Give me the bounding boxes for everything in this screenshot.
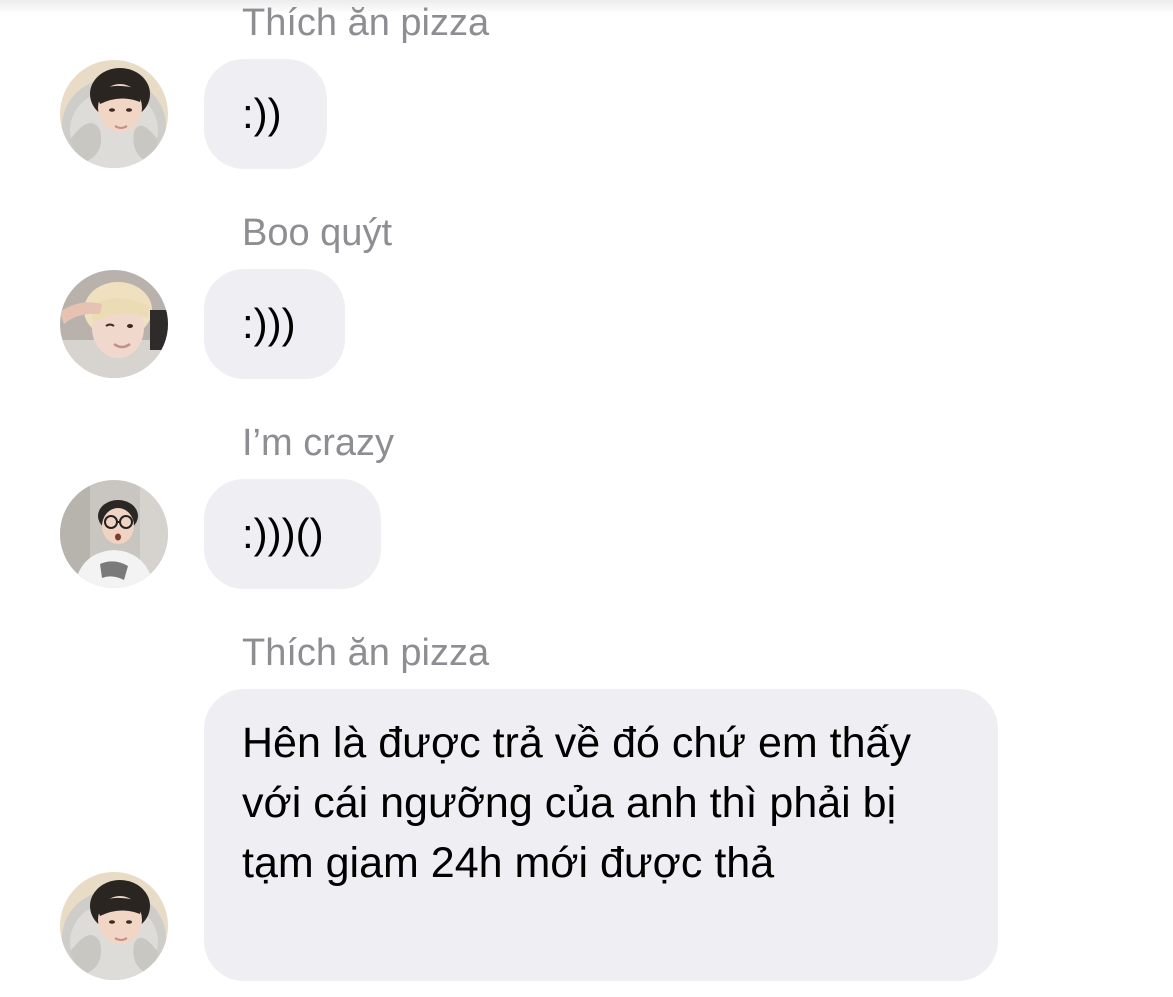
sender-name: Thích ăn pizza (242, 632, 490, 674)
message-bubble[interactable]: Hên là được trả về đó chứ em thấy với cá… (204, 689, 998, 981)
message-text: :)) (242, 90, 282, 137)
message-bubble[interactable]: :))) (204, 269, 345, 379)
message-text: Hên là được trả về đó chứ em thấy với cá… (242, 719, 911, 887)
avatar-glasses-boy-icon[interactable] (60, 480, 168, 588)
avatar-blonde-boy-icon[interactable] (60, 270, 168, 378)
message-bubble[interactable]: :)) (204, 59, 327, 169)
top-edge-shadow (0, 0, 1173, 14)
message-text: :)))() (242, 510, 324, 557)
sender-name: Thích ăn pizza (242, 2, 490, 44)
message-text: :))) (242, 300, 296, 347)
sender-name: Boo quýt (242, 212, 392, 254)
message-bubble[interactable]: :)))() (204, 479, 381, 589)
avatar-hoodie-boy-icon[interactable] (60, 60, 168, 168)
sender-name: I’m crazy (242, 422, 394, 464)
avatar-hoodie-boy-icon[interactable] (60, 872, 168, 980)
